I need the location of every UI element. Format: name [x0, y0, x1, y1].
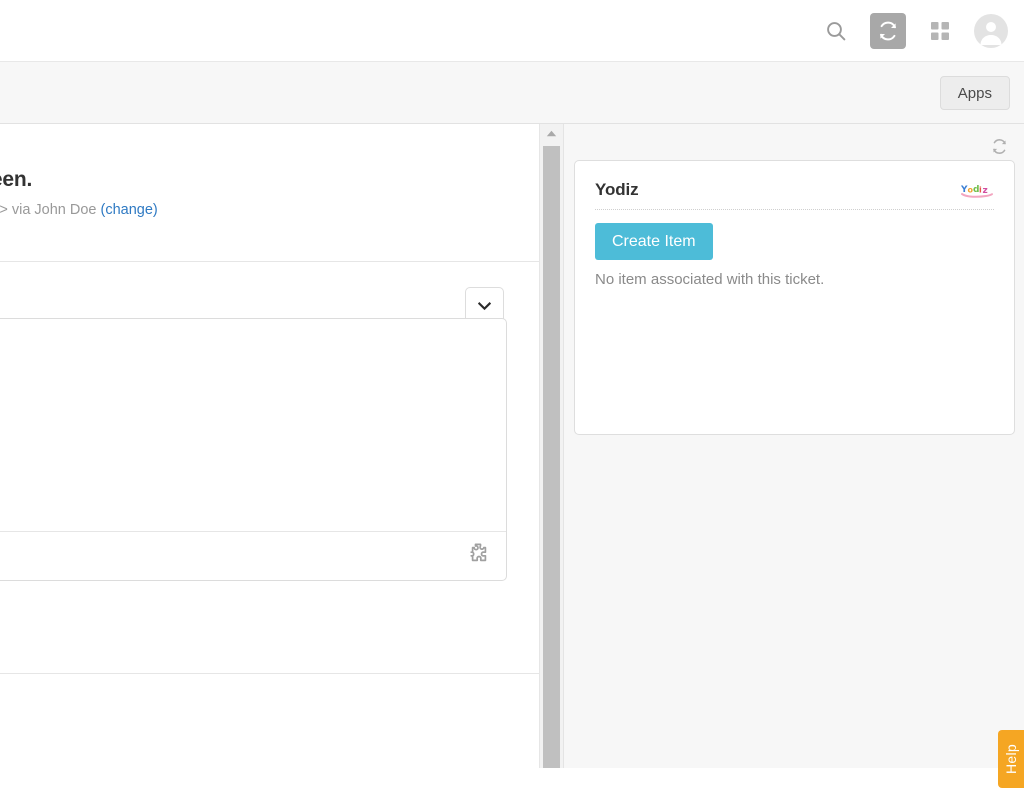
ticket-subject: nain screen.	[0, 168, 33, 191]
scroll-up-arrow-icon[interactable]	[540, 124, 563, 142]
change-requester-link[interactable]: (change)	[101, 202, 158, 218]
help-tab-label: Help	[1003, 744, 1019, 774]
apps-pane-refresh-icon[interactable]	[985, 132, 1013, 160]
apps-pane: Yodiz Y o d i z Create Item No item asso…	[563, 124, 1024, 788]
help-tab-button[interactable]: Help	[998, 730, 1024, 788]
reply-compose-box[interactable]	[0, 318, 507, 581]
grid-apps-icon[interactable]	[922, 13, 958, 49]
search-icon[interactable]	[818, 13, 854, 49]
apps-button[interactable]: Apps	[939, 76, 1010, 110]
top-bar	[0, 0, 1024, 62]
reply-compose-textarea[interactable]	[0, 319, 506, 532]
ticket-section-divider	[0, 673, 539, 674]
main-content: nain screen. vey@gmail.com> via John Doe…	[0, 124, 1024, 788]
reply-compose-toolbar	[0, 531, 506, 580]
top-bar-actions	[818, 0, 1008, 62]
sub-header-bar: Apps	[0, 62, 1024, 124]
refresh-icon[interactable]	[870, 13, 906, 49]
ticket-requester: vey@gmail.com> via John Doe (change)	[0, 202, 158, 218]
yodiz-app-card-header: Yodiz Y o d i z	[595, 180, 994, 212]
user-avatar-icon[interactable]	[974, 14, 1008, 48]
puzzle-apps-icon[interactable]	[468, 542, 492, 570]
ticket-pane-scrollbar[interactable]	[539, 124, 563, 768]
no-item-associated-text: No item associated with this ticket.	[595, 271, 825, 288]
svg-text:z: z	[983, 186, 988, 196]
ticket-pane: nain screen. vey@gmail.com> via John Doe…	[0, 124, 539, 768]
ticket-header: nain screen. vey@gmail.com> via John Doe…	[0, 124, 539, 262]
yodiz-logo: Y o d i z	[960, 182, 994, 200]
yodiz-app-card: Yodiz Y o d i z Create Item No item asso…	[574, 160, 1015, 435]
create-item-button[interactable]: Create Item	[595, 223, 713, 260]
ticket-requester-text: vey@gmail.com> via John Doe	[0, 202, 97, 218]
yodiz-card-separator	[595, 209, 994, 210]
yodiz-app-title: Yodiz	[595, 180, 639, 199]
scrollbar-thumb[interactable]	[543, 146, 560, 768]
